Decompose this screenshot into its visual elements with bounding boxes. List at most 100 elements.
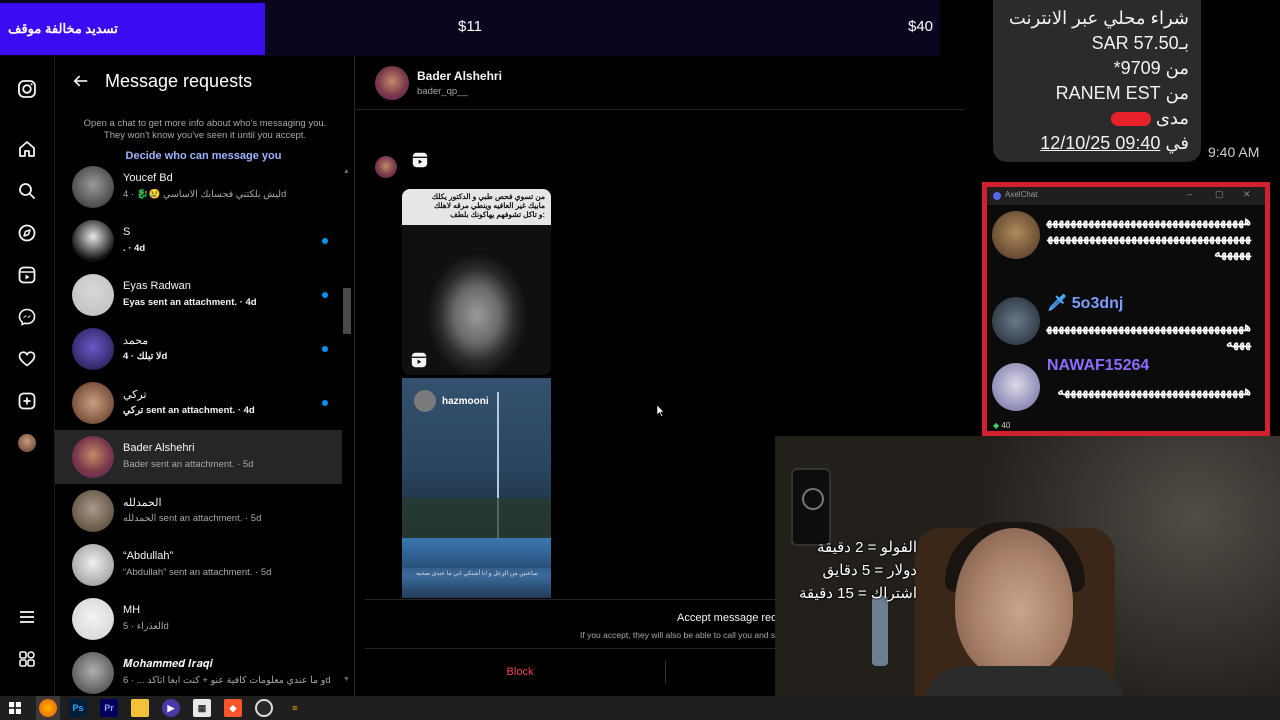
request-row[interactable]: تركي تركي sent an attachment. · 4d (55, 376, 342, 430)
premiere-icon[interactable]: Pr (100, 699, 118, 717)
webcam-feed: الفولو = 2 دقيقة دولار = 5 دقايق اشتراك … (775, 436, 1280, 720)
request-row[interactable]: الحمدلله الحمدلله sent an attachment. · 5… (55, 484, 342, 538)
request-preview: Bader sent an attachment. · 5d (123, 459, 254, 470)
file-explorer-icon[interactable] (131, 699, 149, 717)
receipt-line-5: مدى (1005, 106, 1189, 131)
block-button[interactable]: Block (495, 666, 545, 678)
request-avatar (72, 274, 114, 316)
receipt-date-prefix: في (1165, 133, 1189, 153)
request-preview: و ما عندي معلومات كافية عنو + كنت ابغا ا… (123, 675, 331, 686)
unread-dot-icon (322, 346, 328, 352)
request-row[interactable]: 𝑴𝒐𝒉𝒂𝒎𝒎𝒆𝒅 𝑰𝒓𝒂𝒒𝒊 و ما عندي معلومات كافية عن… (55, 646, 342, 696)
axelchat-titlebar: AxelChat – ▢ ✕ (987, 187, 1265, 205)
scroll-down-icon[interactable]: ▼ (343, 676, 350, 683)
axel-msg-2-username: 5o3dnj (1071, 295, 1124, 312)
request-avatar (72, 166, 114, 208)
shared-reel-card-1[interactable]: من تسوي فحص طبي و الدكتور يكلك مابيك غير… (402, 189, 551, 375)
banner-mid-price: $11 (458, 18, 482, 35)
minimize-icon[interactable]: – (1187, 189, 1192, 199)
request-avatar (72, 328, 114, 370)
windows-taskbar: Ps Pr ▶ ▦ ◆ ≈ (0, 696, 1280, 720)
reel-2-ground (402, 538, 551, 568)
instagram-nav-rail (0, 56, 55, 696)
axel-msg-3-text: هههههههههههههههههههههههههههههههه (1057, 383, 1251, 398)
app-icon[interactable]: ≈ (286, 699, 304, 717)
banner-left-label: تسديد مخالفة موقف (0, 3, 265, 55)
windows-start-icon[interactable] (6, 699, 24, 717)
axel-msg-2-user: 🗡 5o3dnj (1047, 293, 1123, 313)
firefox-icon[interactable] (39, 699, 57, 717)
axelchat-window: AxelChat – ▢ ✕ ههههههههههههههههههههههههه… (982, 182, 1270, 436)
explore-icon[interactable] (16, 222, 38, 244)
instagram-logo-icon[interactable] (16, 78, 38, 100)
menu-icon[interactable] (16, 606, 38, 628)
reel-1-reel-icon (410, 351, 428, 369)
request-row[interactable]: MH العذراء · 5d (55, 592, 342, 646)
request-avatar (72, 598, 114, 640)
request-row[interactable]: Eyas Radwan Eyas sent an attachment. · 4d (55, 268, 342, 322)
heart-icon[interactable] (16, 348, 38, 370)
reel-2-avatar (414, 390, 436, 412)
viewer-count: ◆ 40 (993, 421, 1010, 430)
brave-icon[interactable]: ◆ (224, 699, 242, 717)
request-preview: . · 4d (123, 243, 146, 254)
request-avatar (72, 544, 114, 586)
overlay-line-2: دولار = 5 دقايق (822, 562, 917, 579)
top-banner: تسديد مخالفة موقف $11 $40 (0, 0, 940, 56)
also-from-meta-icon[interactable] (16, 648, 38, 670)
request-row[interactable]: Youcef Bd ليش بلكتني فحسابك الاساسي 😢🐉 · … (55, 166, 342, 214)
unread-dot-icon (322, 238, 328, 244)
request-name: MH (123, 604, 141, 616)
action-separator (665, 661, 666, 683)
request-name: “Abdullah” (123, 550, 174, 562)
list-scrollbar[interactable] (342, 166, 352, 696)
request-preview: تركي sent an attachment. · 4d (123, 405, 255, 416)
unread-dot-icon (322, 400, 328, 406)
request-avatar (72, 220, 114, 262)
receipt-card-label: مدى (1155, 108, 1189, 128)
chat-header: Bader Alshehri bader_qp__ (355, 56, 965, 110)
axel-msg-3-username: NAWAF15264 (1047, 357, 1150, 374)
request-preview: الحمدلله sent an attachment. · 5d (123, 513, 262, 524)
receipt-line-6: في 12/10/25 09:40 (1005, 131, 1189, 156)
maximize-icon[interactable]: ▢ (1215, 189, 1224, 200)
request-row[interactable]: محمد لا تبلك · 4d (55, 322, 342, 376)
overlay-line-3: اشتراك = 15 دقيقة (798, 585, 917, 602)
create-icon[interactable] (16, 390, 38, 412)
reel-icon (411, 151, 429, 169)
back-arrow-icon[interactable] (70, 70, 92, 92)
unread-dot-icon (322, 292, 328, 298)
reel-2-caption: ساعتين من الزعل و انا أشتكي اني ما عندي … (416, 571, 538, 577)
request-row[interactable]: Bader Alshehri Bader sent an attachment. … (55, 430, 342, 484)
viewer-count-value: 40 (1001, 421, 1011, 430)
request-row[interactable]: “Abdullah” “Abdullah” sent an attachment.… (55, 538, 342, 592)
reels-icon[interactable] (16, 264, 38, 286)
request-preview: Eyas sent an attachment. · 4d (123, 297, 257, 308)
request-row[interactable]: S . · 4d (55, 214, 342, 268)
request-preview: العذراء · 5d (123, 621, 169, 632)
shared-reel-card-2[interactable]: hazmooni ساعتين من الزعل و انا أشتكي اني… (402, 378, 551, 598)
profile-avatar-icon[interactable] (16, 432, 38, 454)
chat-avatar[interactable] (375, 66, 409, 100)
webcam-phone-timer (791, 468, 831, 546)
chat-contact-name[interactable]: Bader Alshehri (417, 69, 502, 83)
home-icon[interactable] (16, 138, 38, 160)
request-preview: ليش بلكتني فحسابك الاساسي 😢🐉 · 4d (123, 189, 287, 200)
search-icon[interactable] (16, 180, 38, 202)
request-avatar (72, 490, 114, 532)
photoshop-icon[interactable]: Ps (69, 699, 87, 717)
request-name: 𝑴𝒐𝒉𝒂𝒎𝒎𝒆𝒅 𝑰𝒓𝒂𝒒𝒊 (123, 658, 213, 670)
receipt-timestamp: 9:40 AM (1208, 144, 1260, 160)
close-icon[interactable]: ✕ (1243, 189, 1251, 200)
messenger-icon[interactable] (16, 306, 38, 328)
axel-msg-2-avatar (992, 297, 1040, 345)
media-player-icon[interactable]: ▶ (162, 699, 180, 717)
request-name: محمد (123, 335, 149, 347)
store-icon[interactable]: ▦ (193, 699, 211, 717)
banner-right-price: $40 (908, 18, 934, 35)
obs-icon[interactable] (255, 699, 273, 717)
scroll-up-icon[interactable]: ▲ (343, 168, 350, 175)
request-name: S (123, 226, 131, 238)
scrollbar-thumb[interactable] (343, 288, 351, 334)
decide-who-can-message-link[interactable]: Decide who can message you (55, 150, 352, 162)
